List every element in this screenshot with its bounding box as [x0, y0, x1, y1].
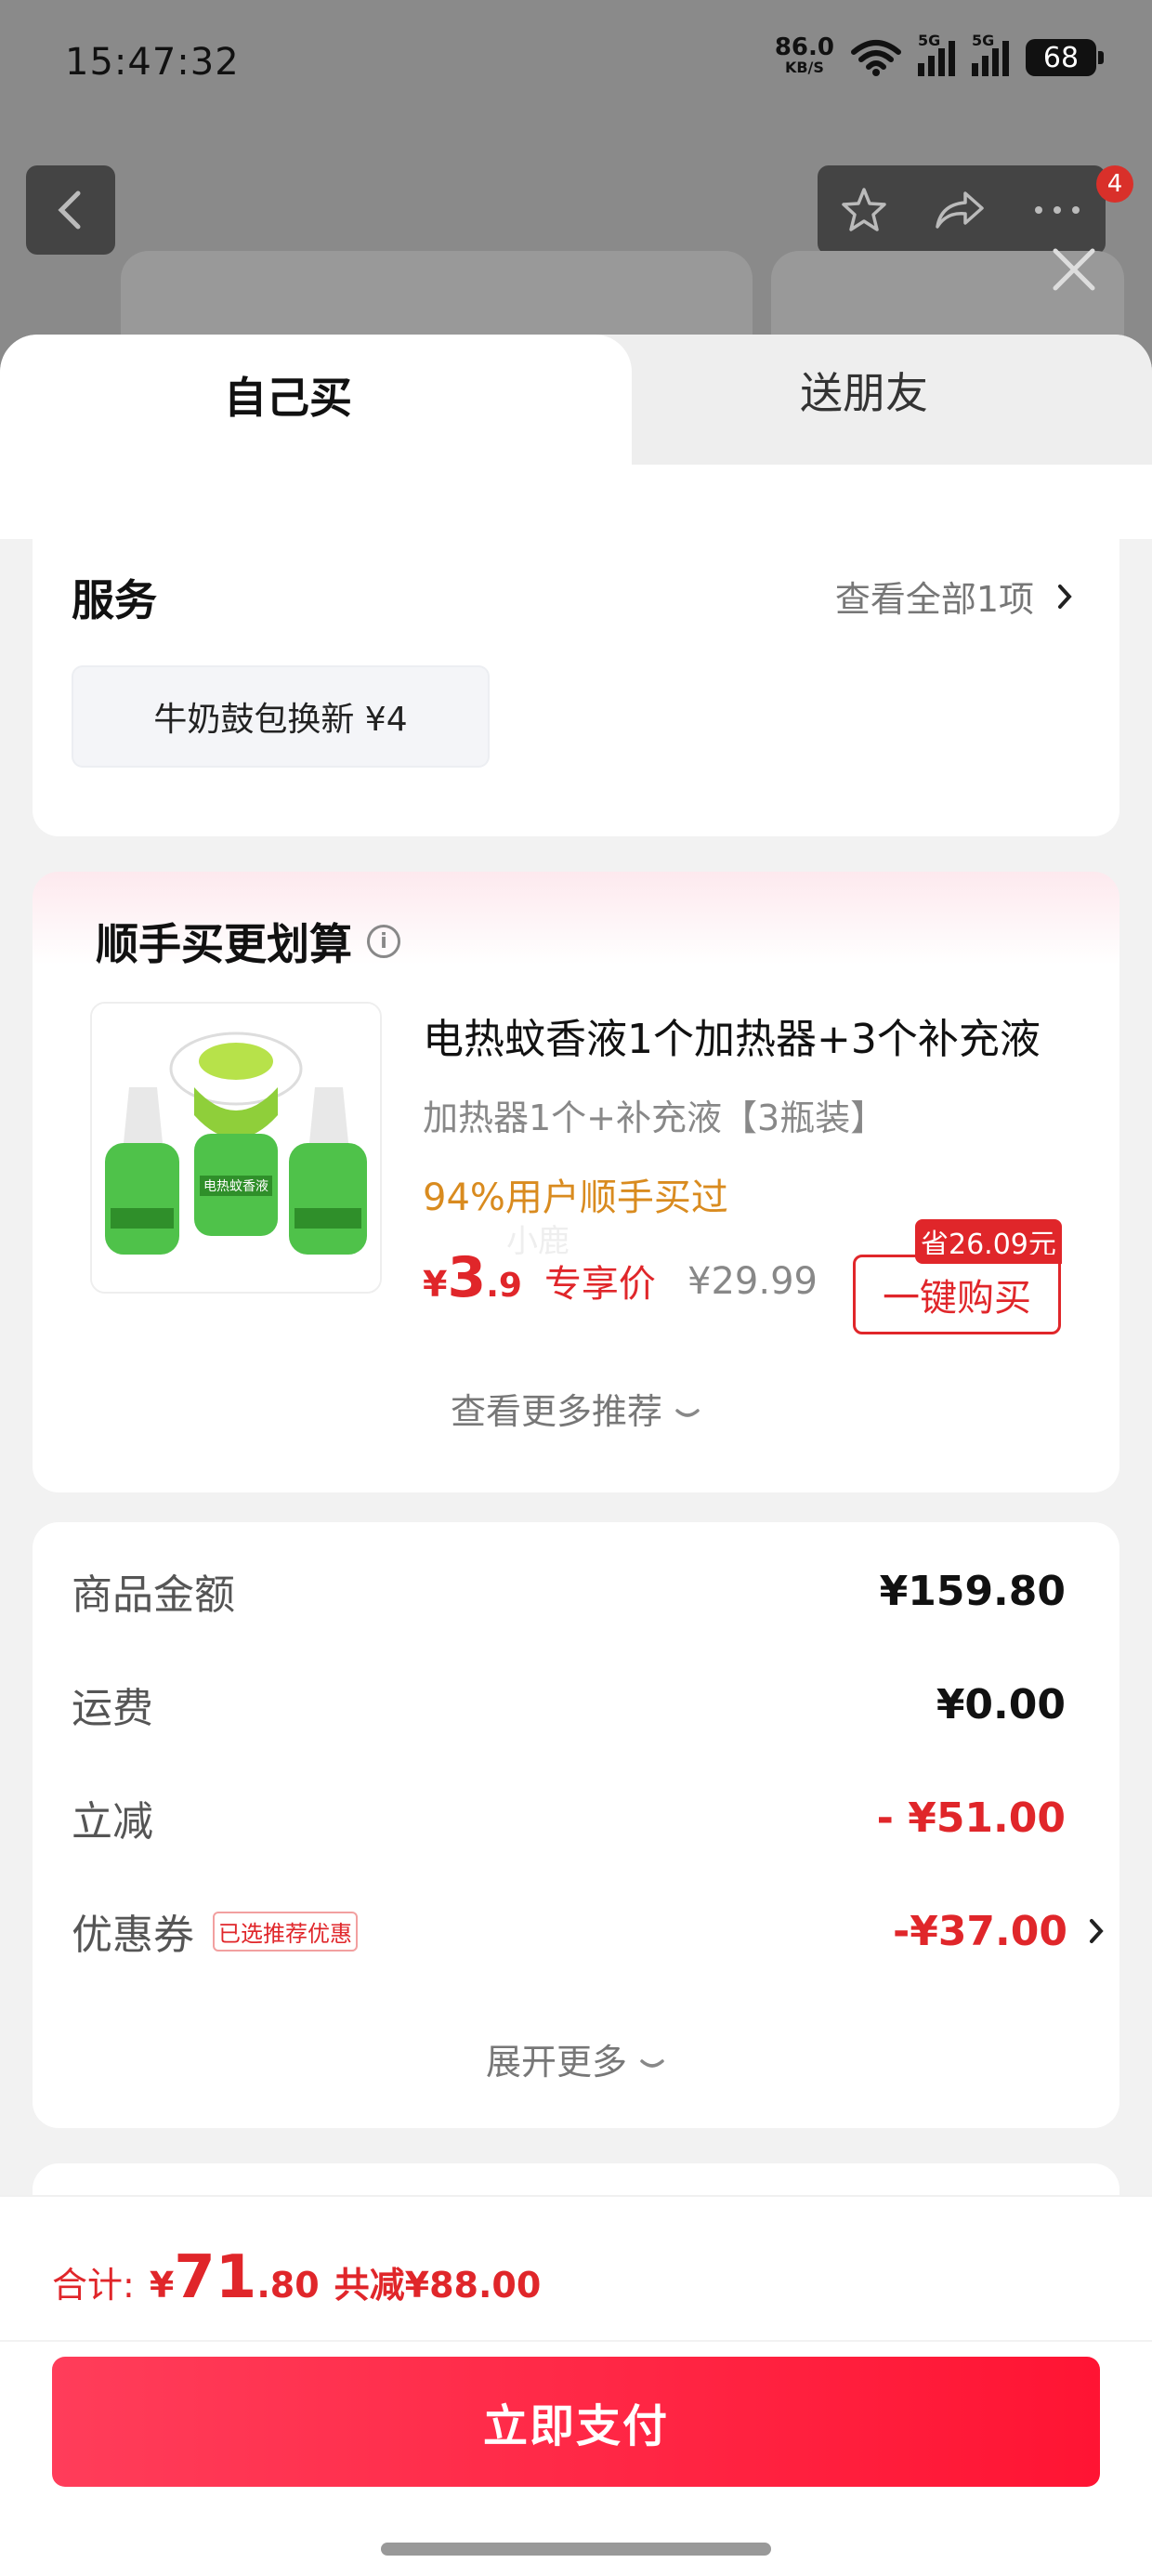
status-time: 15:47:32 — [65, 41, 240, 84]
checkout-footer: 合计: ¥ 71 .80 共减¥88.00 立即支付 — [0, 2195, 1152, 2576]
summary-row-goods: 商品金额 ¥159.80 — [72, 1567, 1066, 1620]
signal-icon-sim2: 5G — [972, 32, 1009, 76]
status-icons: 86.0 KB/S 5G 5G 68 — [774, 32, 1104, 78]
summary-row-shipping: 运费 ¥0.00 — [72, 1680, 1066, 1733]
service-option-chip[interactable]: 牛奶鼓包换新 ¥4 — [72, 665, 490, 768]
more-recommendations[interactable]: 查看更多推荐 — [33, 1383, 1119, 1434]
service-title: 服务 — [72, 575, 157, 625]
share-icon[interactable] — [932, 184, 988, 236]
product-photo: 电热蚊香液 — [92, 1004, 380, 1292]
expand-more[interactable]: 展开更多 — [33, 2033, 1119, 2084]
product-image[interactable]: 电热蚊香液 — [90, 1002, 382, 1294]
recommend-card: 顺手买更划算 i 电热蚊香液 电热蚊香液1个加热器+3个补充液 加热器1个+补充… — [33, 872, 1119, 1492]
close-icon[interactable] — [1048, 243, 1100, 296]
price-summary-card: 商品金额 ¥159.80 运费 ¥0.00 立减 - ¥51.00 优惠券 已选… — [33, 1522, 1119, 2128]
recommend-title: 顺手买更划算 i — [96, 911, 400, 972]
pay-now-button[interactable]: 立即支付 — [52, 2357, 1100, 2487]
one-click-buy-button[interactable]: 一键购买 — [853, 1255, 1061, 1334]
total-savings: 共减¥88.00 — [334, 2265, 542, 2306]
product-spec: 加热器1个+补充液【3瓶装】 — [423, 1097, 886, 1138]
header-actions — [818, 165, 1106, 255]
cart-badge: 4 — [1096, 165, 1133, 203]
original-price: ¥29.99 — [687, 1260, 818, 1303]
home-indicator[interactable] — [381, 2543, 771, 2556]
chevron-right-icon — [1058, 584, 1072, 609]
back-button[interactable] — [26, 165, 115, 255]
chevron-left-icon — [58, 191, 81, 230]
summary-row-discount: 立减 - ¥51.00 — [72, 1794, 1066, 1847]
wifi-icon — [851, 40, 901, 76]
status-bar: 15:47:32 86.0 KB/S 5G 5G 68 — [0, 0, 1152, 139]
product-name[interactable]: 电热蚊香液1个加热器+3个补充液 — [423, 1005, 1073, 1065]
chevron-down-icon — [675, 1409, 700, 1417]
signal-icon-sim1: 5G — [918, 32, 955, 76]
chevron-down-icon — [640, 2059, 664, 2068]
chevron-right-icon — [1090, 1919, 1104, 1943]
product-hint: 94%用户顺手买过 — [423, 1176, 728, 1219]
product-price: ¥ 3 .9 专享价 — [423, 1245, 656, 1310]
more-icon[interactable] — [1029, 201, 1085, 219]
summary-row-coupon[interactable]: 优惠券 已选推荐优惠 -¥37.00 — [72, 1901, 1105, 1961]
star-icon[interactable] — [838, 184, 890, 236]
total-price: 合计: ¥ 71 .80 共减¥88.00 — [52, 2243, 542, 2312]
info-icon[interactable]: i — [367, 925, 400, 958]
coupon-tag: 已选推荐优惠 — [213, 1911, 358, 1952]
product-image-label: 电热蚊香液 — [203, 1179, 268, 1194]
net-speed: 86.0 KB/S — [774, 33, 834, 76]
tab-send-friend[interactable]: 送朋友 — [576, 335, 1152, 483]
service-view-all[interactable]: 查看全部1项 — [835, 571, 1073, 622]
service-card: 服务 查看全部1项 牛奶鼓包换新 ¥4 — [33, 539, 1119, 836]
battery-icon: 68 — [1026, 39, 1104, 76]
